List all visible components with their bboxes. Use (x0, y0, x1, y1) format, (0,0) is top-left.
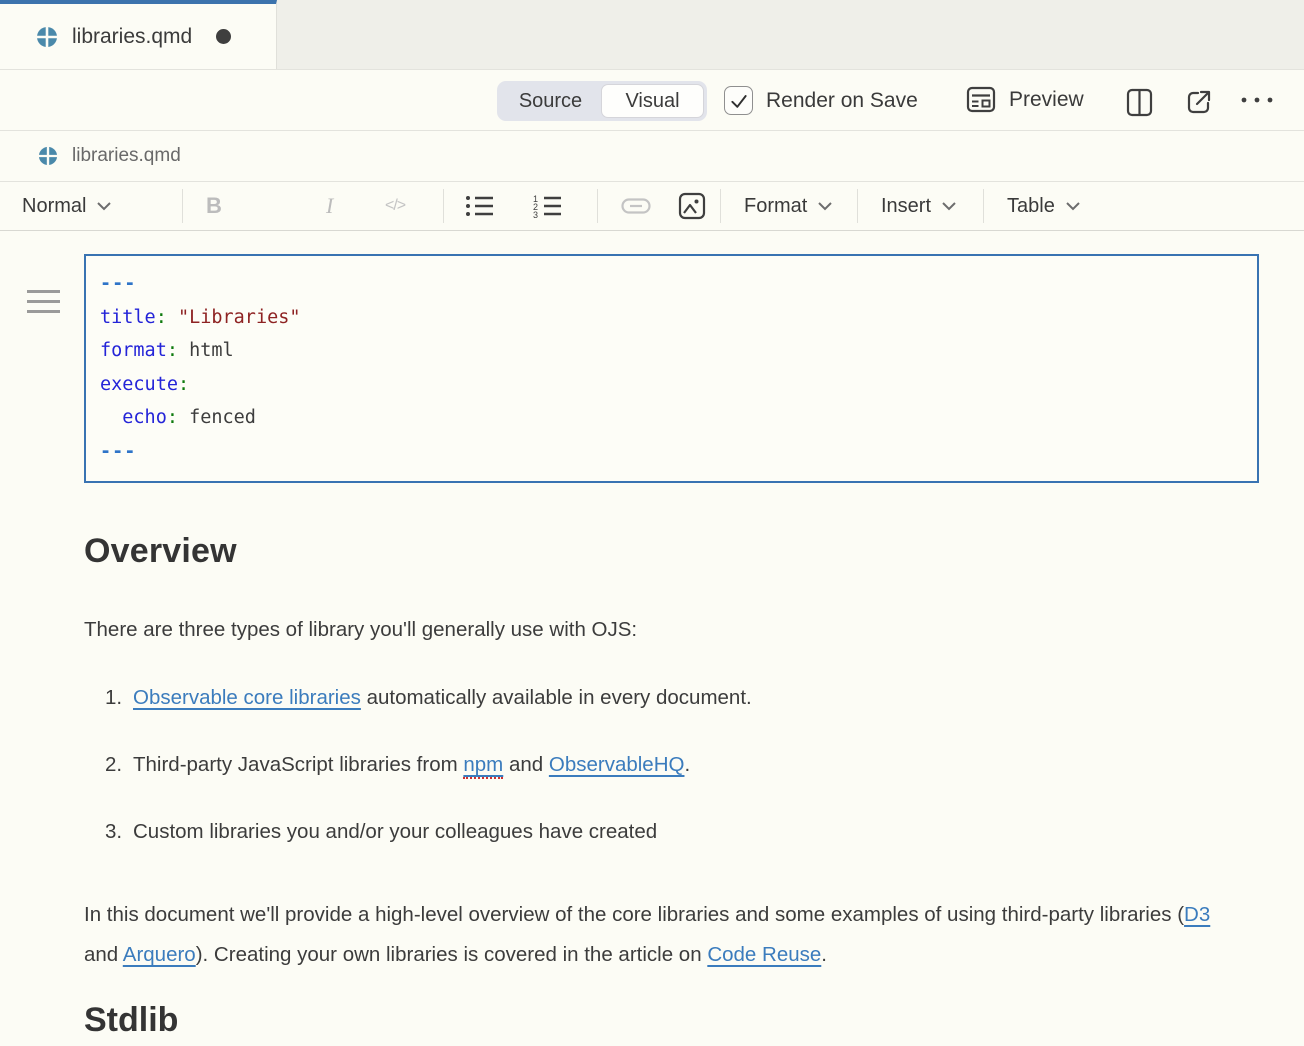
numbered-list-icon: 1 2 3 (533, 194, 563, 218)
table-menu[interactable]: Table (1007, 182, 1081, 230)
breadcrumb: libraries.qmd (0, 131, 1304, 182)
source-mode-button[interactable]: Source (500, 84, 601, 118)
body-paragraph: In this document we'll provide a high-le… (84, 895, 1229, 975)
ordered-list: 1.Observable core libraries automaticall… (84, 678, 1259, 852)
numbered-list-button[interactable]: 1 2 3 (533, 182, 563, 230)
toolbar-divider (182, 189, 183, 223)
tab-bar-empty-area (277, 0, 1304, 69)
italic-button[interactable]: I (326, 182, 333, 230)
toolbar-divider (983, 189, 984, 223)
list-item: 2.Third-party JavaScript libraries from … (84, 745, 1259, 785)
doc-link[interactable]: Observable core libraries (133, 686, 361, 709)
doc-text: . (684, 753, 690, 776)
more-dots-icon (1240, 96, 1274, 104)
open-external-button[interactable] (1185, 88, 1213, 116)
yaml-code-line: format: html (100, 334, 1243, 368)
quarto-icon (38, 146, 58, 166)
svg-text:3: 3 (533, 210, 538, 218)
chevron-down-icon (941, 201, 957, 211)
italic-icon: I (326, 193, 333, 219)
doc-text: Custom libraries you and/or your colleag… (133, 820, 657, 843)
bold-button[interactable]: B (206, 182, 222, 230)
more-actions-button[interactable] (1240, 96, 1274, 104)
paragraph-style-label: Normal (22, 195, 86, 218)
image-icon (678, 192, 706, 220)
preview-icon (966, 86, 996, 113)
heading-stdlib: Stdlib (84, 1001, 1259, 1040)
quarto-icon (36, 26, 58, 48)
visual-editor-document: ---title: "Libraries"format: htmlexecute… (0, 254, 1304, 1040)
doc-link[interactable]: Arquero (123, 943, 196, 966)
doc-text: automatically available in every documen… (361, 686, 752, 709)
list-item-text: Custom libraries you and/or your colleag… (133, 820, 657, 843)
unsaved-changes-dot (216, 29, 231, 44)
link-icon (621, 198, 651, 214)
list-item: 1.Observable core libraries automaticall… (84, 678, 1259, 718)
list-item-text: Observable core libraries automatically … (133, 686, 752, 709)
tab-title: libraries.qmd (72, 25, 192, 49)
paragraph-style-dropdown[interactable]: Normal (22, 182, 112, 230)
bullet-list-button[interactable] (465, 182, 495, 230)
toolbar-divider (443, 189, 444, 223)
list-number: 3. (105, 812, 133, 852)
code-icon: </> (385, 197, 405, 215)
heading-overview: Overview (84, 532, 1259, 571)
doc-link[interactable]: npm (463, 753, 503, 779)
intro-paragraph: There are three types of library you'll … (84, 610, 1229, 650)
yaml-code-line: execute: (100, 368, 1243, 402)
insert-menu[interactable]: Insert (881, 182, 957, 230)
list-number: 1. (105, 678, 133, 718)
code-button[interactable]: </> (385, 182, 405, 230)
yaml-code-line: title: "Libraries" (100, 301, 1243, 335)
doc-link[interactable]: Code Reuse (707, 943, 821, 966)
block-menu-handle[interactable] (27, 290, 60, 320)
format-toolbar: Normal B I </> 1 2 3 (0, 182, 1304, 231)
doc-text: Third-party JavaScript libraries from (133, 753, 463, 776)
insert-menu-label: Insert (881, 195, 931, 218)
doc-text: and (84, 943, 123, 966)
preview-button[interactable]: Preview (966, 86, 1084, 113)
chevron-down-icon (1065, 201, 1081, 211)
list-number: 2. (105, 745, 133, 785)
tab-libraries-qmd[interactable]: libraries.qmd (0, 0, 277, 69)
render-on-save-checkbox[interactable] (724, 86, 753, 115)
render-on-save-label: Render on Save (766, 89, 918, 113)
format-menu-label: Format (744, 195, 807, 218)
yaml-code-line: echo: fenced (100, 401, 1243, 435)
toolbar-divider (720, 189, 721, 223)
format-menu[interactable]: Format (744, 182, 833, 230)
yaml-code-line: --- (100, 435, 1243, 469)
image-button[interactable] (678, 182, 706, 230)
toolbar-divider (597, 189, 598, 223)
yaml-code-line: --- (100, 267, 1243, 301)
link-button[interactable] (621, 182, 651, 230)
doc-text: . (821, 943, 827, 966)
yaml-front-matter-block[interactable]: ---title: "Libraries"format: htmlexecute… (84, 254, 1259, 483)
split-editor-button[interactable] (1126, 88, 1153, 117)
doc-text: ). Creating your own libraries is covere… (196, 943, 708, 966)
source-visual-toggle: Source Visual (497, 81, 707, 121)
chevron-down-icon (817, 201, 833, 211)
preview-label: Preview (1009, 88, 1084, 112)
toolbar-divider (857, 189, 858, 223)
bullet-list-icon (465, 195, 495, 217)
table-menu-label: Table (1007, 195, 1055, 218)
bold-icon: B (206, 193, 222, 219)
check-icon (729, 91, 749, 111)
doc-text: and (503, 753, 549, 776)
doc-link[interactable]: ObservableHQ (549, 753, 685, 776)
editor-toolbar: Source Visual Render on Save Preview (0, 70, 1304, 131)
list-item-text: Third-party JavaScript libraries from np… (133, 753, 690, 779)
chevron-down-icon (96, 201, 112, 211)
open-external-icon (1185, 88, 1213, 116)
visual-mode-button[interactable]: Visual (601, 84, 704, 118)
split-editor-icon (1126, 88, 1153, 117)
tab-bar: libraries.qmd (0, 0, 1304, 70)
list-item: 3.Custom libraries you and/or your colle… (84, 812, 1259, 852)
doc-text: In this document we'll provide a high-le… (84, 903, 1184, 926)
breadcrumb-file[interactable]: libraries.qmd (72, 145, 181, 167)
doc-link[interactable]: D3 (1184, 903, 1210, 926)
